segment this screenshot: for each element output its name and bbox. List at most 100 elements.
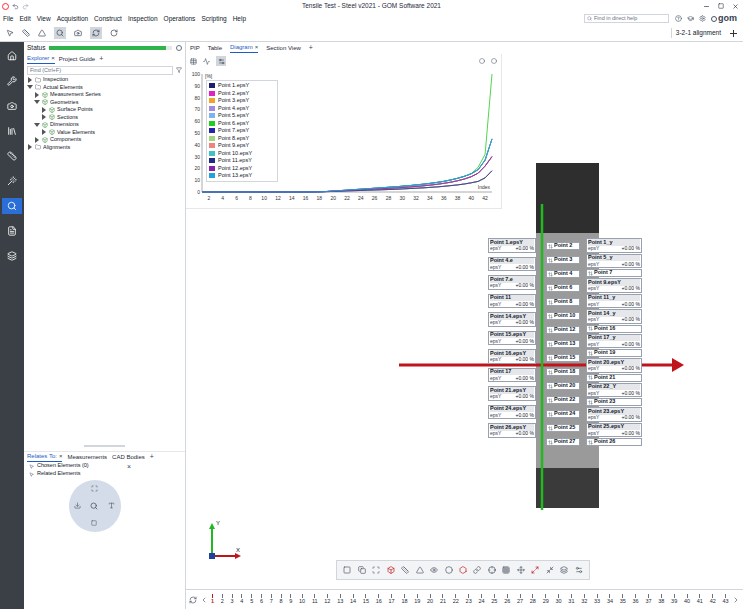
- move-icon[interactable]: [517, 566, 525, 574]
- timeline-tick[interactable]: 32: [581, 594, 587, 605]
- point-flag[interactable]: Point 3: [546, 256, 580, 264]
- menu-item[interactable]: Construct: [94, 14, 122, 24]
- menu-item[interactable]: Acquisition: [57, 14, 88, 24]
- tree-item[interactable]: Sections: [27, 114, 182, 122]
- point-label[interactable]: Point 17_yepsY+0.00 %: [586, 334, 642, 349]
- collapsed-caret-icon[interactable]: [41, 129, 47, 135]
- circle-icon[interactable]: [445, 566, 453, 574]
- timeline-tick[interactable]: 29: [543, 594, 549, 605]
- chart-settings-icon[interactable]: [218, 58, 225, 65]
- point-label[interactable]: Point 15.epsYepsY+0.00 %: [488, 331, 536, 346]
- timeline-tick[interactable]: 27: [517, 594, 523, 605]
- point-flag[interactable]: Point 23: [586, 398, 642, 406]
- camera-icon[interactable]: [74, 29, 82, 37]
- timeline-tick[interactable]: 40: [684, 594, 690, 605]
- add-tab[interactable]: +: [309, 43, 313, 54]
- timeline-tick[interactable]: 39: [671, 594, 677, 605]
- timeline-tick[interactable]: 20: [427, 594, 433, 605]
- zoom-icon[interactable]: [479, 58, 485, 64]
- scan-icon[interactable]: [372, 566, 380, 574]
- redo-icon[interactable]: [22, 3, 29, 10]
- timeline-tick[interactable]: 10: [299, 594, 305, 605]
- expanded-caret-icon[interactable]: [27, 84, 33, 90]
- pointer-icon[interactable]: [6, 29, 14, 37]
- grid-icon[interactable]: [502, 566, 510, 574]
- timeline-tick[interactable]: 13: [337, 594, 343, 605]
- point-flag[interactable]: Point 6: [546, 284, 580, 292]
- timeline-tick[interactable]: 7: [270, 594, 273, 605]
- text-icon[interactable]: [108, 502, 115, 509]
- point-flag[interactable]: Point 26: [586, 438, 642, 446]
- add-tab[interactable]: +: [99, 54, 103, 65]
- point-label[interactable]: Point 14_yepsY+0.00 %: [586, 309, 642, 324]
- point-flag[interactable]: Point 7: [586, 269, 642, 277]
- add-button[interactable]: [729, 29, 737, 37]
- point-label[interactable]: Point 5_yepsY+0.00 %: [586, 254, 642, 269]
- rotate-icon[interactable]: [110, 29, 118, 37]
- sidebar-item[interactable]: [2, 248, 22, 264]
- search-button[interactable]: [54, 27, 66, 39]
- layers-icon[interactable]: [560, 566, 568, 574]
- timeline-tick[interactable]: 38: [658, 594, 664, 605]
- timeline-tick[interactable]: 15: [363, 594, 369, 605]
- point-label[interactable]: Point 20.epsYepsY+0.00 %: [586, 358, 642, 373]
- point-label[interactable]: Point 26.epsYepsY+0.00 %: [488, 423, 536, 438]
- timeline-tick[interactable]: 4: [240, 594, 243, 605]
- timeline-tick[interactable]: 35: [620, 594, 626, 605]
- sidebar-item[interactable]: [2, 123, 22, 139]
- point-label[interactable]: Point 1.epsYepsY+0.00 %: [488, 238, 536, 253]
- collapsed-caret-icon[interactable]: [27, 144, 33, 150]
- pie-menu[interactable]: [69, 480, 121, 532]
- help-search[interactable]: Find in direct help: [584, 14, 669, 23]
- point-label[interactable]: Point 23.epsYepsY+0.00 %: [586, 407, 642, 422]
- crosshair-icon[interactable]: [488, 566, 496, 574]
- previous-icon[interactable]: [200, 596, 208, 604]
- tree-item[interactable]: Alignments: [27, 144, 182, 152]
- sidebar-item[interactable]: [2, 48, 22, 64]
- sidebar-item[interactable]: [2, 223, 22, 239]
- tutorial-icon[interactable]: [687, 15, 694, 22]
- copy-icon[interactable]: [358, 566, 366, 574]
- point-flag[interactable]: Point 16: [586, 325, 642, 333]
- point-flag[interactable]: Point 20: [546, 382, 580, 390]
- timeline-tick[interactable]: 6: [260, 594, 263, 605]
- timeline-tick[interactable]: 23: [466, 594, 472, 605]
- tree-item[interactable]: Inspection: [27, 76, 182, 84]
- timeline-tick[interactable]: 8: [279, 594, 282, 605]
- tree-item[interactable]: Components: [27, 136, 182, 144]
- relates-row[interactable]: Chosen Elements (0)×: [24, 462, 136, 470]
- tree-item[interactable]: Surface Points: [27, 106, 182, 114]
- point-label[interactable]: Point 25.epsYepsY+0.00 %: [586, 423, 642, 438]
- close-icon[interactable]: [732, 3, 739, 10]
- timeline-tick[interactable]: 2: [221, 594, 224, 605]
- point-label[interactable]: Point 1_yepsY+0.00 %: [586, 238, 642, 253]
- view-tab[interactable]: Section View: [266, 44, 301, 53]
- ruler-icon[interactable]: [401, 566, 409, 574]
- tree-item[interactable]: Actual Elements: [27, 84, 182, 92]
- timeline-tick[interactable]: 31: [568, 594, 574, 605]
- hexagon-icon[interactable]: [459, 566, 467, 574]
- expanded-caret-icon[interactable]: [34, 99, 40, 105]
- menu-item[interactable]: View: [37, 14, 51, 24]
- timeline-tick[interactable]: 14: [350, 594, 356, 605]
- reset-icon[interactable]: [491, 58, 497, 64]
- timeline-tick[interactable]: 19: [414, 594, 420, 605]
- timeline-tick[interactable]: 37: [645, 594, 651, 605]
- ruler-icon[interactable]: [22, 29, 30, 37]
- sidebar-item[interactable]: [2, 73, 22, 89]
- timeline-tick[interactable]: 36: [633, 594, 639, 605]
- point-label[interactable]: Point 11epsY+0.00 %: [488, 294, 536, 309]
- point-flag[interactable]: Point 2: [546, 242, 580, 250]
- menu-item[interactable]: Inspection: [128, 14, 158, 24]
- collapsed-caret-icon[interactable]: [41, 114, 47, 120]
- add-tab[interactable]: +: [150, 452, 154, 463]
- timeline-tick[interactable]: 17: [389, 594, 395, 605]
- timeline-tick[interactable]: 21: [440, 594, 446, 605]
- timeline-tick[interactable]: 1: [211, 594, 214, 605]
- menu-item[interactable]: File: [3, 14, 13, 24]
- collapsed-caret-icon[interactable]: [41, 107, 47, 113]
- tree-item[interactable]: Value Elements: [27, 129, 182, 137]
- collapsed-caret-icon[interactable]: [34, 92, 40, 98]
- next-icon[interactable]: [732, 596, 740, 604]
- point-flag[interactable]: Point 27: [546, 438, 580, 446]
